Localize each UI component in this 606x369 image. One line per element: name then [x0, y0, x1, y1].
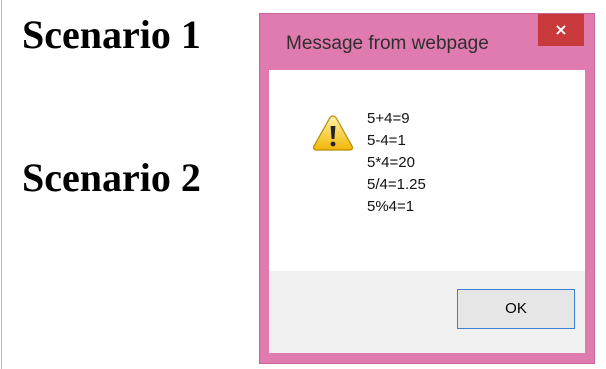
scenario-2-heading: Scenario 2: [22, 155, 201, 200]
ok-button[interactable]: OK: [457, 289, 575, 329]
alert-dialog: Message from webpage × 5+4=9 5-4=1 5*4=2…: [259, 13, 595, 364]
dialog-body: 5+4=9 5-4=1 5*4=20 5/4=1.25 5%4=1 OK: [269, 70, 585, 353]
dialog-message: 5+4=9 5-4=1 5*4=20 5/4=1.25 5%4=1: [367, 108, 426, 218]
message-line: 5/4=1.25: [367, 176, 426, 193]
warning-icon: [312, 115, 354, 151]
message-line: 5%4=1: [367, 198, 415, 215]
close-icon: ×: [554, 20, 568, 39]
message-line: 5*4=20: [367, 154, 415, 171]
dialog-button-area: OK: [269, 271, 585, 353]
message-line: 5+4=9: [367, 110, 410, 127]
page-left-border: [1, 0, 2, 369]
message-line: 5-4=1: [367, 132, 406, 149]
scenario-1-heading: Scenario 1: [22, 12, 201, 57]
dialog-content: 5+4=9 5-4=1 5*4=20 5/4=1.25 5%4=1: [269, 70, 585, 271]
dialog-title: Message from webpage: [286, 33, 489, 54]
close-button[interactable]: ×: [538, 14, 584, 46]
dialog-title-bar[interactable]: Message from webpage ×: [260, 14, 594, 70]
